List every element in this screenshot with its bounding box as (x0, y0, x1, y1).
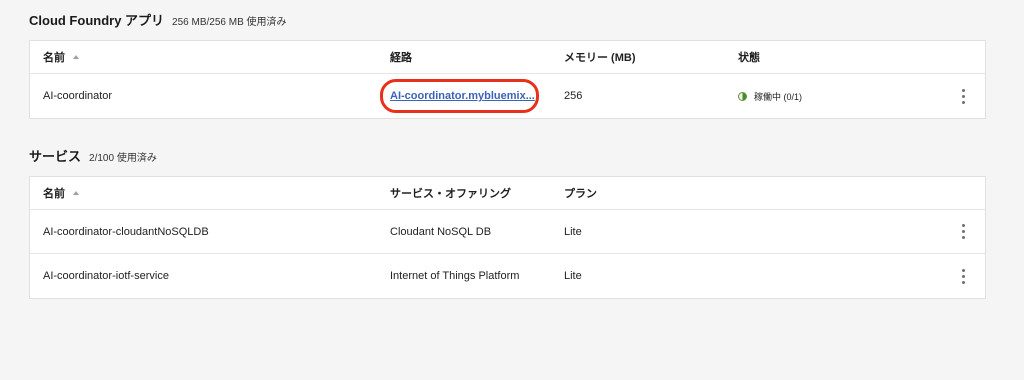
apps-section-title: Cloud Foundry アプリ (29, 13, 165, 28)
services-usage-text: 2/100 使用済み (89, 153, 157, 164)
service-offering: Internet of Things Platform (390, 270, 520, 282)
services-col-name[interactable]: 名前 (43, 177, 79, 209)
apps-table-header: 名前 経路 メモリー (MB) 状態 (30, 41, 985, 74)
apps-section-header: Cloud Foundry アプリ 256 MB/256 MB 使用済み (29, 10, 287, 29)
sort-ascending-icon (73, 55, 79, 59)
app-name[interactable]: AI-coordinator (43, 74, 112, 118)
service-offering: Cloudant NoSQL DB (390, 225, 492, 238)
apps-col-name[interactable]: 名前 (43, 41, 79, 73)
app-route-link[interactable]: AI-coordinator.mybluemix... (390, 90, 535, 102)
service-name[interactable]: AI-coordinator-iotf-service (43, 254, 169, 298)
services-table: 名前 サービス・オファリング プラン AI-coordinator-clouda… (29, 176, 986, 299)
services-col-name-label: 名前 (43, 188, 65, 200)
table-row[interactable]: AI-coordinator-cloudantNoSQLDB Cloudant … (30, 210, 985, 254)
apps-col-status: 状態 (738, 52, 760, 64)
apps-usage-text: 256 MB/256 MB 使用済み (172, 17, 287, 28)
app-status-text: 稼働中 (0/1) (754, 91, 803, 102)
table-row[interactable]: AI-coordinator AI-coordinator.mybluemix.… (30, 74, 985, 118)
apps-col-name-label: 名前 (43, 52, 65, 64)
apps-table: 名前 経路 メモリー (MB) 状態 AI-coordinator AI-coo… (29, 40, 986, 119)
overflow-menu-icon[interactable] (962, 254, 965, 298)
partial-running-icon (738, 91, 747, 101)
service-plan: Lite (564, 270, 582, 282)
services-section-title: サービス (29, 149, 82, 164)
app-memory: 256 (564, 90, 583, 102)
sort-ascending-icon (73, 191, 79, 195)
apps-col-route: 経路 (390, 52, 412, 64)
apps-col-memory: メモリー (MB) (564, 52, 636, 64)
services-col-plan: プラン (564, 188, 597, 200)
services-section-header: サービス 2/100 使用済み (29, 146, 157, 165)
services-table-header: 名前 サービス・オファリング プラン (30, 177, 985, 210)
table-row[interactable]: AI-coordinator-iotf-service Internet of … (30, 254, 985, 298)
service-plan: Lite (564, 225, 582, 238)
app-status: 稼働中 (0/1) (738, 74, 802, 118)
overflow-menu-icon[interactable] (962, 210, 965, 253)
overflow-menu-icon[interactable] (962, 74, 965, 118)
service-name[interactable]: AI-coordinator-cloudantNoSQLDB (43, 210, 209, 253)
services-col-offering: サービス・オファリング (390, 188, 511, 200)
